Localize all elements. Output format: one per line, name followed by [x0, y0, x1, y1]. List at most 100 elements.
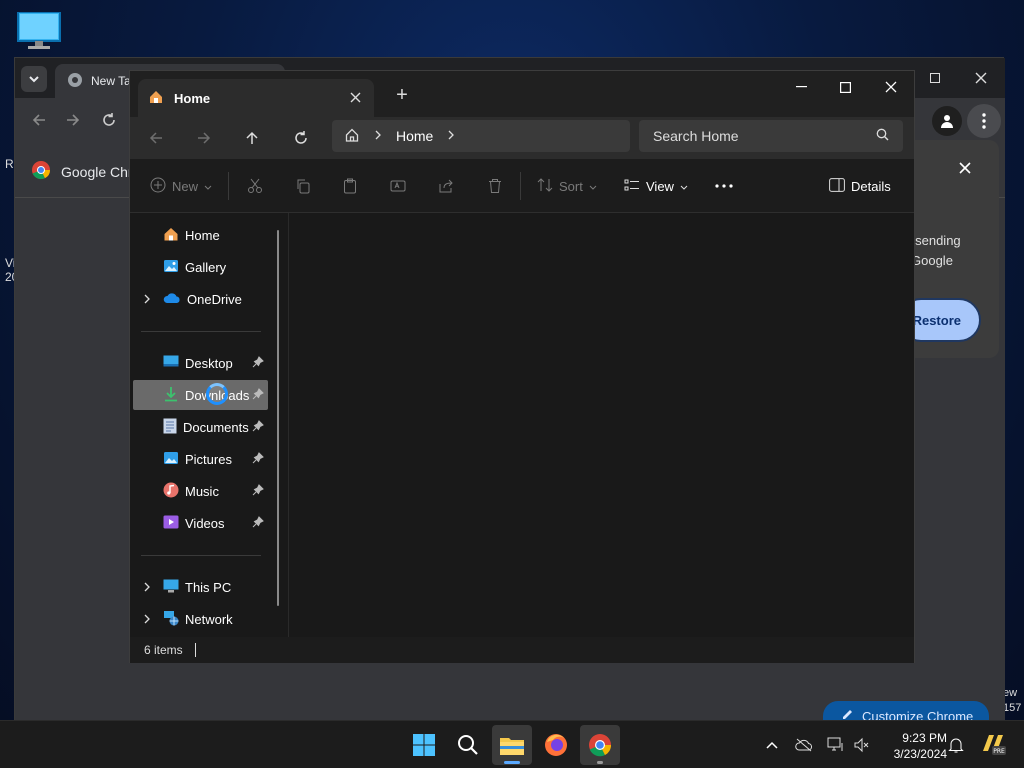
nav-item-documents[interactable]: Documents: [133, 412, 268, 442]
chevron-right-icon[interactable]: [447, 129, 455, 143]
busy-cursor-icon: [206, 383, 228, 405]
sort-button[interactable]: Sort: [537, 159, 597, 213]
nav-item-desktop[interactable]: Desktop: [133, 348, 268, 378]
running-indicator: [597, 761, 603, 764]
divider: [141, 555, 261, 556]
documents-folder-icon: [163, 418, 177, 437]
new-button[interactable]: New: [150, 159, 212, 213]
pane-divider[interactable]: [288, 213, 289, 637]
pin-icon[interactable]: [252, 516, 264, 531]
view-button[interactable]: View: [624, 159, 688, 213]
back-icon[interactable]: [31, 112, 47, 131]
paste-icon[interactable]: [342, 159, 358, 213]
nav-label: Gallery: [185, 259, 227, 275]
chevron-down-icon: [29, 76, 39, 83]
nav-item-this-pc[interactable]: This PC: [133, 572, 268, 602]
sort-icon: [537, 177, 553, 196]
person-icon: [941, 115, 953, 128]
nav-label: Documents: [183, 419, 249, 435]
close-window-icon[interactable]: [868, 71, 914, 103]
forward-icon[interactable]: [65, 112, 81, 131]
nav-item-onedrive[interactable]: OneDrive: [133, 284, 268, 314]
maximize-icon[interactable]: [925, 68, 945, 88]
close-icon[interactable]: [971, 68, 991, 88]
details-button[interactable]: Details: [829, 159, 891, 213]
nav-label: Videos: [185, 515, 225, 531]
start-button[interactable]: [404, 725, 444, 765]
chrome-menu-button[interactable]: [967, 104, 1001, 138]
nav-item-videos[interactable]: Videos: [133, 508, 268, 538]
nav-item-network[interactable]: Network: [133, 604, 268, 634]
cut-icon[interactable]: [247, 159, 263, 213]
view-list-icon: [624, 177, 640, 196]
folder-icon: [500, 738, 524, 755]
clock[interactable]: 9:23 PM 3/23/2024: [877, 730, 947, 762]
close-icon[interactable]: [959, 162, 971, 177]
nav-item-gallery[interactable]: Gallery: [133, 252, 268, 282]
nav-item-home[interactable]: Home: [133, 220, 268, 250]
maximize-icon[interactable]: [822, 71, 868, 103]
rename-icon[interactable]: [390, 159, 406, 213]
copy-icon[interactable]: [295, 159, 311, 213]
chrome-icon: [589, 734, 612, 757]
nav-item-pictures[interactable]: Pictures: [133, 444, 268, 474]
pin-icon[interactable]: [252, 452, 264, 467]
breadcrumb-home[interactable]: Home: [396, 128, 433, 144]
firefox-icon: [545, 734, 567, 756]
chevron-right-icon[interactable]: [143, 612, 151, 627]
more-vertical-icon: [982, 113, 986, 129]
share-icon[interactable]: [438, 159, 454, 213]
new-label: New: [172, 178, 199, 194]
volume-muted-icon[interactable]: [852, 735, 872, 755]
explorer-navbar: Home Search Home: [130, 117, 914, 159]
reload-icon[interactable]: [101, 112, 117, 131]
chevron-right-icon[interactable]: [374, 129, 382, 143]
details-pane-icon: [829, 177, 845, 195]
chrome-taskbar-button[interactable]: [580, 725, 620, 765]
network-status-icon[interactable]: [826, 735, 846, 755]
minimize-icon[interactable]: [778, 71, 824, 103]
notifications-bell-icon[interactable]: [946, 735, 966, 755]
new-tab-button[interactable]: +: [388, 84, 416, 108]
chevron-up-icon[interactable]: [762, 735, 782, 755]
chevron-right-icon[interactable]: [143, 292, 151, 307]
command-bar: New Sort View Details: [130, 159, 914, 213]
status-bar: 6 items: [130, 637, 914, 663]
home-icon: [163, 226, 179, 245]
item-count: 6 items: [144, 643, 183, 657]
desktop-text: R: [5, 157, 14, 171]
this-pc-desktop-icon[interactable]: [17, 11, 61, 50]
pin-icon[interactable]: [252, 388, 264, 403]
delete-icon[interactable]: [487, 159, 503, 213]
search-placeholder: Search Home: [653, 128, 739, 144]
chevron-right-icon[interactable]: [143, 580, 151, 595]
chevron-down-icon: [680, 179, 688, 194]
nav-label: This PC: [185, 579, 232, 595]
refresh-icon[interactable]: [285, 117, 317, 159]
nav-item-music[interactable]: Music: [133, 476, 268, 506]
search-button[interactable]: [448, 725, 488, 765]
forward-arrow-icon[interactable]: [188, 117, 220, 159]
explorer-tab-home[interactable]: Home: [138, 79, 374, 117]
divider: [520, 172, 521, 200]
nav-label: OneDrive: [187, 291, 242, 307]
desktop-text: 157: [1003, 702, 1022, 714]
search-box[interactable]: Search Home: [639, 120, 903, 152]
divider: [141, 331, 261, 332]
up-arrow-icon[interactable]: [236, 117, 268, 159]
close-tab-icon[interactable]: [344, 90, 366, 107]
more-options-icon[interactable]: [715, 159, 733, 213]
address-bar[interactable]: Home: [332, 120, 630, 152]
onedrive-offline-icon[interactable]: [794, 735, 814, 755]
pin-icon[interactable]: [252, 356, 264, 371]
file-explorer-taskbar-button[interactable]: [492, 725, 532, 765]
pin-icon[interactable]: [252, 484, 264, 499]
copilot-pre-icon[interactable]: PRE: [980, 731, 1006, 757]
nav-scrollbar[interactable]: [277, 230, 279, 606]
firefox-taskbar-button[interactable]: [536, 725, 576, 765]
profile-button[interactable]: [932, 106, 962, 136]
back-arrow-icon[interactable]: [140, 117, 172, 159]
nav-item-downloads[interactable]: Downloads: [133, 380, 268, 410]
tab-search-button[interactable]: [21, 66, 47, 92]
pin-icon[interactable]: [252, 420, 264, 435]
